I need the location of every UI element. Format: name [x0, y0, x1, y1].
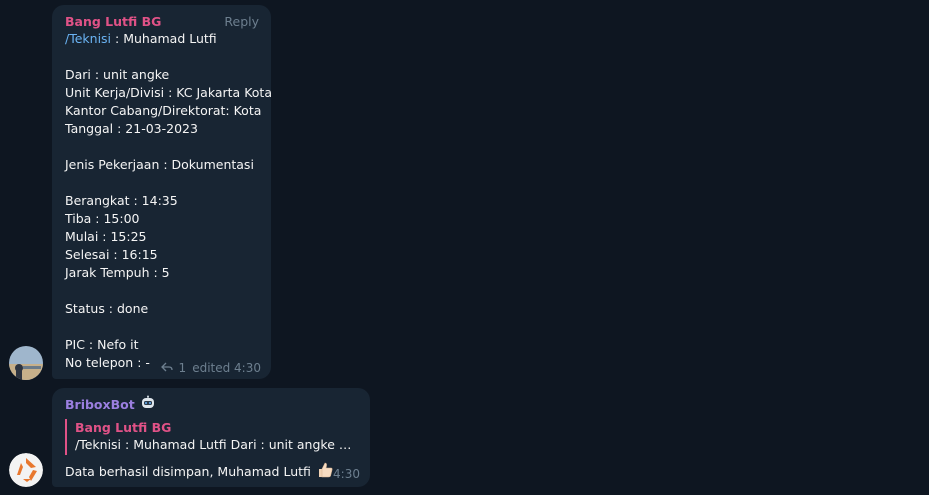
message-time: 4:30: [333, 467, 360, 481]
robot-icon: [140, 395, 156, 414]
quoted-message[interactable]: Bang Lutfi BG /Teknisi : Muhamad Lutfi D…: [65, 419, 358, 455]
message-text: Data berhasil disimpan, Muhamad Lutfi: [65, 464, 311, 479]
avatar-photo: [9, 346, 43, 380]
thumbs-up-icon: [316, 461, 334, 482]
reply-button[interactable]: Reply: [224, 14, 259, 29]
command-link[interactable]: /Teknisi: [65, 31, 111, 46]
reply-count[interactable]: 1: [179, 361, 187, 375]
bribox-logo-avatar: [9, 453, 43, 487]
message-bubble-bribox-bot[interactable]: BriboxBot Bang Lutfi BG /Teknisi : Muham…: [52, 388, 370, 487]
sender-name[interactable]: BriboxBot: [65, 397, 135, 412]
message-bubble-bang-lutfi[interactable]: Bang Lutfi BG Reply /Teknisi : Muhamad L…: [52, 5, 272, 379]
reply-arrow-icon[interactable]: [160, 361, 173, 375]
message-text: /Teknisi : Muhamad Lutfi Dari : unit ang…: [65, 31, 272, 370]
quote-sender: Bang Lutfi BG: [75, 420, 172, 435]
avatar-bang-lutfi[interactable]: [9, 346, 43, 380]
edited-time: edited 4:30: [192, 361, 261, 375]
quote-text: /Teknisi : Muhamad Lutfi Dari : unit ang…: [75, 437, 357, 452]
sender-name[interactable]: Bang Lutfi BG: [65, 14, 161, 29]
message-meta: 1 edited 4:30: [160, 361, 261, 375]
avatar-bribox-bot[interactable]: [9, 453, 43, 487]
